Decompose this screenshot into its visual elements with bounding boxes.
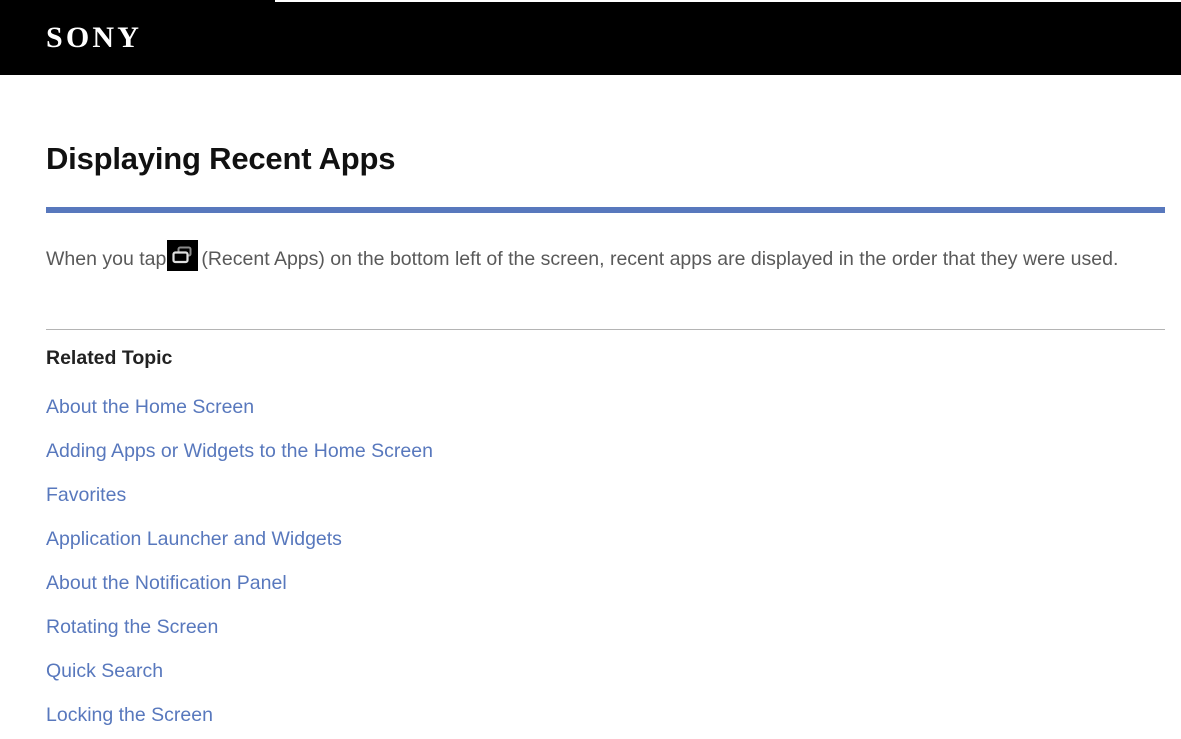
page-container: Displaying Recent Apps When you tap (Rece… (0, 75, 1181, 737)
list-item: Rotating the Screen (46, 605, 1165, 649)
related-link-locking-screen[interactable]: Locking the Screen (46, 693, 213, 737)
list-item: Application Launcher and Widgets (46, 517, 1165, 561)
site-header: SONY (0, 0, 1181, 75)
list-item: Adding Apps or Widgets to the Home Scree… (46, 429, 1165, 473)
list-item: Locking the Screen (46, 693, 1165, 737)
intro-paragraph: When you tap (Recent Apps) on the bottom … (46, 240, 1161, 278)
related-link-adding-apps-widgets[interactable]: Adding Apps or Widgets to the Home Scree… (46, 429, 433, 473)
header-top-hairline (275, 0, 1181, 2)
related-link-quick-search[interactable]: Quick Search (46, 649, 163, 693)
list-item: About the Home Screen (46, 385, 1165, 429)
recent-apps-icon (167, 240, 199, 271)
content-column: Displaying Recent Apps When you tap (Rece… (46, 75, 1165, 737)
sony-logo[interactable]: SONY (46, 22, 142, 54)
related-link-rotating-screen[interactable]: Rotating the Screen (46, 605, 218, 649)
intro-text-after-icon: (Recent Apps) on the bottom left of the … (201, 248, 1119, 270)
related-link-application-launcher[interactable]: Application Launcher and Widgets (46, 517, 342, 561)
page-title: Displaying Recent Apps (46, 141, 396, 176)
title-accent-rule (46, 207, 1165, 213)
related-link-favorites[interactable]: Favorites (46, 473, 126, 517)
list-item: Quick Search (46, 649, 1165, 693)
related-link-notification-panel[interactable]: About the Notification Panel (46, 561, 287, 605)
list-item: About the Notification Panel (46, 561, 1165, 605)
related-topic-list: About the Home Screen Adding Apps or Wid… (46, 371, 1165, 737)
list-item: Favorites (46, 473, 1165, 517)
intro-text-before-icon: When you tap (46, 248, 167, 270)
related-topic-heading: Related Topic (46, 347, 173, 369)
related-link-home-screen[interactable]: About the Home Screen (46, 385, 254, 429)
